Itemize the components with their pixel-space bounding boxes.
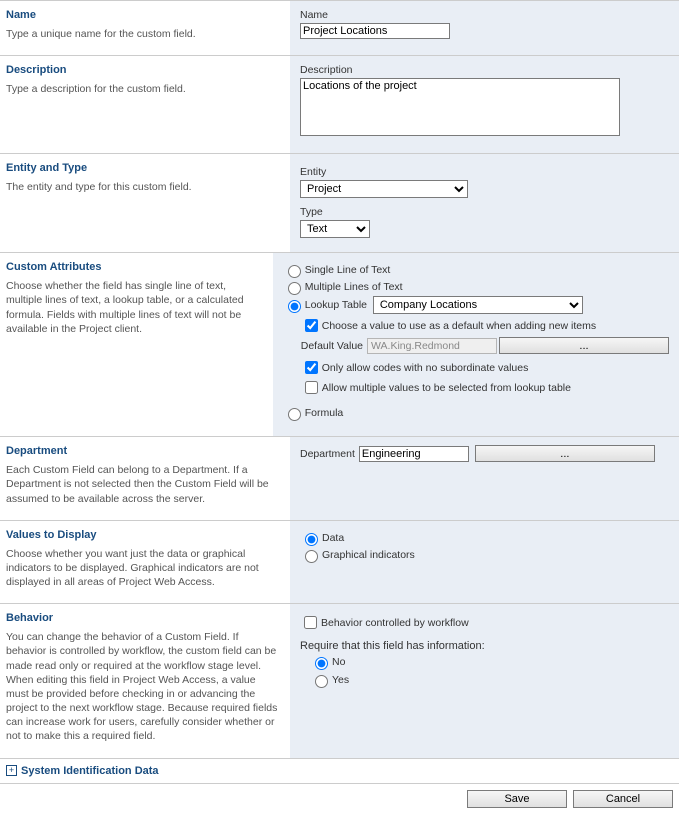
check-workflow[interactable]	[304, 616, 317, 629]
desc-values-display: Choose whether you want just the data or…	[6, 547, 280, 590]
check-only-codes[interactable]	[305, 361, 318, 374]
radio-formula[interactable]	[288, 408, 301, 421]
radio-yes[interactable]	[315, 675, 328, 688]
desc-description: Type a description for the custom field.	[6, 82, 280, 96]
section-values-display: Values to Display Choose whether you wan…	[0, 520, 679, 604]
heading-name: Name	[6, 9, 280, 21]
section-behavior: Behavior You can change the behavior of …	[0, 603, 679, 757]
desc-behavior: You can change the behavior of a Custom …	[6, 630, 280, 743]
cancel-button[interactable]: Cancel	[573, 790, 673, 808]
radio-single-line[interactable]	[288, 265, 301, 278]
radio-lookup-table[interactable]	[288, 300, 301, 313]
department-input[interactable]	[359, 446, 469, 462]
radio-multi-line[interactable]	[288, 282, 301, 295]
section-description: Description Type a description for the c…	[0, 55, 679, 153]
label-default-value: Default Value	[301, 340, 363, 352]
label-type: Type	[300, 206, 669, 218]
heading-description: Description	[6, 64, 280, 76]
section-department: Department Each Custom Field can belong …	[0, 436, 679, 520]
entity-select[interactable]: Project	[300, 180, 468, 198]
label-formula: Formula	[305, 407, 344, 419]
heading-values-display: Values to Display	[6, 529, 280, 541]
label-check-default: Choose a value to use as a default when …	[322, 320, 596, 332]
heading-custom-attributes: Custom Attributes	[6, 261, 263, 273]
radio-graphical[interactable]	[305, 550, 318, 563]
check-allow-multi[interactable]	[305, 381, 318, 394]
name-input[interactable]	[300, 23, 450, 39]
label-multi-line: Multiple Lines of Text	[305, 281, 403, 293]
default-value-browse-button[interactable]: ...	[499, 337, 669, 354]
department-browse-button[interactable]: ...	[475, 445, 655, 462]
default-value-box: WA.King.Redmond	[367, 338, 497, 354]
desc-department: Each Custom Field can belong to a Depart…	[6, 463, 280, 506]
label-data: Data	[322, 532, 344, 544]
label-graphical: Graphical indicators	[322, 549, 415, 561]
label-only-codes: Only allow codes with no subordinate val…	[322, 362, 529, 374]
label-single-line: Single Line of Text	[305, 264, 391, 276]
section-entity-type: Entity and Type The entity and type for …	[0, 153, 679, 252]
label-description: Description	[300, 64, 669, 76]
save-button[interactable]: Save	[467, 790, 567, 808]
system-identification-data: + System Identification Data	[0, 758, 679, 783]
desc-entity-type: The entity and type for this custom fiel…	[6, 180, 280, 194]
label-lookup-table: Lookup Table	[305, 299, 367, 311]
label-department: Department	[300, 448, 355, 460]
desc-custom-attributes: Choose whether the field has single line…	[6, 279, 263, 336]
label-entity: Entity	[300, 166, 669, 178]
heading-entity-type: Entity and Type	[6, 162, 280, 174]
radio-data[interactable]	[305, 533, 318, 546]
heading-behavior: Behavior	[6, 612, 280, 624]
label-require: Require that this field has information:	[300, 640, 669, 652]
section-custom-attributes: Custom Attributes Choose whether the fie…	[0, 252, 679, 436]
desc-name: Type a unique name for the custom field.	[6, 27, 280, 41]
label-no: No	[332, 656, 345, 668]
label-allow-multi: Allow multiple values to be selected fro…	[322, 382, 571, 394]
heading-department: Department	[6, 445, 280, 457]
section-name: Name Type a unique name for the custom f…	[0, 0, 679, 55]
label-yes: Yes	[332, 674, 349, 686]
type-select[interactable]: Text	[300, 220, 370, 238]
radio-no[interactable]	[315, 657, 328, 670]
label-name: Name	[300, 9, 669, 21]
label-workflow: Behavior controlled by workflow	[321, 617, 469, 629]
check-default-value[interactable]	[305, 319, 318, 332]
footer: Save Cancel	[0, 783, 679, 814]
description-input[interactable]: Locations of the project	[300, 78, 620, 136]
lookup-table-select[interactable]: Company Locations	[373, 296, 583, 314]
